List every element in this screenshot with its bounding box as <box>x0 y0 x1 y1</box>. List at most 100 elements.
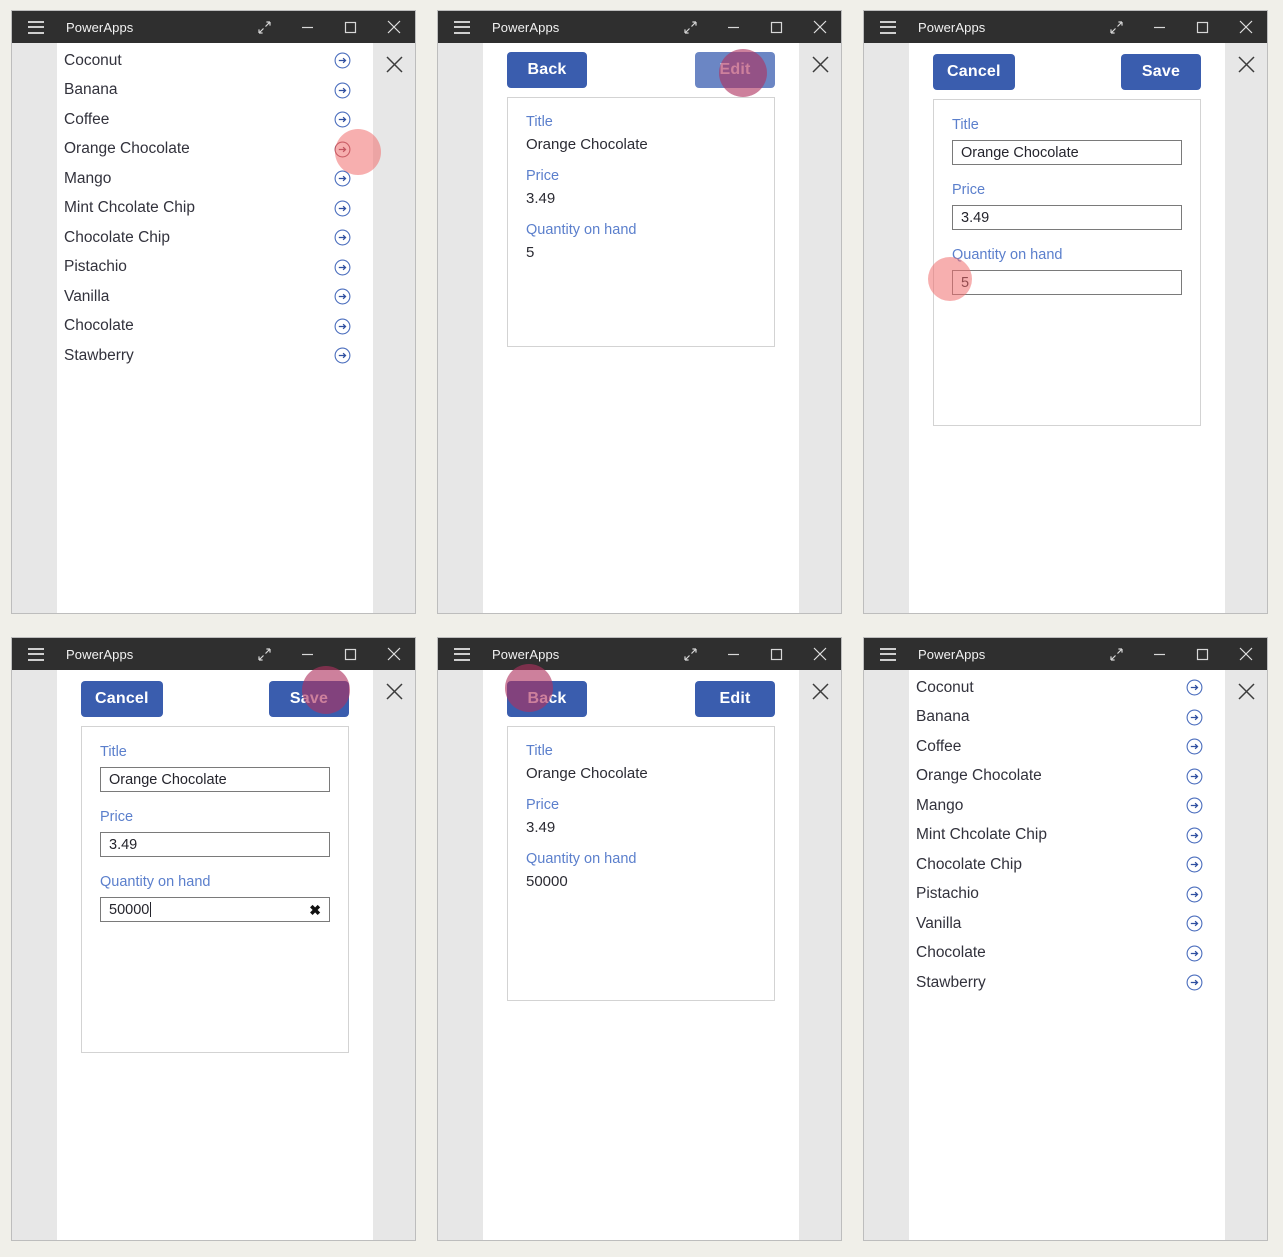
arrow-right-circle-icon[interactable] <box>1186 768 1203 785</box>
arrow-right-circle-icon[interactable] <box>1186 679 1203 696</box>
restore-expand-icon[interactable] <box>1095 11 1138 43</box>
list-item[interactable]: Mint Chcolate Chip <box>57 194 373 224</box>
arrow-right-circle-icon[interactable] <box>1186 886 1203 903</box>
arrow-right-circle-icon[interactable] <box>334 347 351 364</box>
list-item[interactable]: Banana <box>57 76 373 106</box>
window-step-3[interactable]: PowerApps Cancel Save Title Orange Choco… <box>863 10 1268 614</box>
cancel-button[interactable]: Cancel <box>933 54 1015 90</box>
minimize-icon[interactable] <box>712 638 755 670</box>
back-button[interactable]: Back <box>507 52 587 88</box>
list-item[interactable]: Chocolate Chip <box>57 223 373 253</box>
maximize-icon[interactable] <box>329 638 372 670</box>
quantity-on-hand-input[interactable]: 5 <box>952 270 1182 295</box>
arrow-right-circle-icon[interactable] <box>334 318 351 335</box>
window-step-5[interactable]: PowerApps Back Edit Title Orange Chocola… <box>437 637 842 1241</box>
title-bar[interactable]: PowerApps <box>12 11 415 43</box>
window-controls[interactable] <box>669 638 841 670</box>
arrow-right-circle-icon[interactable] <box>1186 797 1203 814</box>
title-input[interactable]: Orange Chocolate <box>952 140 1182 165</box>
list-item[interactable]: Mint Chcolate Chip <box>909 821 1225 851</box>
app-close-icon[interactable] <box>811 55 830 613</box>
window-controls[interactable] <box>1095 11 1267 43</box>
menu-icon[interactable] <box>28 20 44 34</box>
price-input[interactable]: 3.49 <box>100 832 330 857</box>
arrow-right-circle-icon[interactable] <box>334 52 351 69</box>
window-controls[interactable] <box>1095 638 1267 670</box>
list-item[interactable]: Mango <box>909 791 1225 821</box>
restore-expand-icon[interactable] <box>243 11 286 43</box>
menu-icon[interactable] <box>454 20 470 34</box>
browse-gallery[interactable]: Coconut Banana Coffee Orange Chocolate M… <box>57 43 373 371</box>
list-item[interactable]: Vanilla <box>57 282 373 312</box>
minimize-icon[interactable] <box>1138 638 1181 670</box>
list-item[interactable]: Banana <box>909 703 1225 733</box>
menu-icon[interactable] <box>880 20 896 34</box>
close-icon[interactable] <box>798 638 841 670</box>
list-item[interactable]: Coconut <box>909 673 1225 703</box>
save-button[interactable]: Save <box>1121 54 1201 90</box>
cancel-button[interactable]: Cancel <box>81 681 163 717</box>
arrow-right-circle-icon[interactable] <box>334 229 351 246</box>
close-icon[interactable] <box>1224 638 1267 670</box>
menu-icon[interactable] <box>454 647 470 661</box>
restore-expand-icon[interactable] <box>669 11 712 43</box>
minimize-icon[interactable] <box>286 11 329 43</box>
window-controls[interactable] <box>243 11 415 43</box>
arrow-right-circle-icon[interactable] <box>1186 827 1203 844</box>
app-close-icon[interactable] <box>1237 682 1256 1240</box>
app-close-icon[interactable] <box>811 682 830 1240</box>
menu-icon[interactable] <box>28 647 44 661</box>
menu-icon[interactable] <box>880 647 896 661</box>
close-icon[interactable] <box>372 638 415 670</box>
price-input[interactable]: 3.49 <box>952 205 1182 230</box>
arrow-right-circle-icon[interactable] <box>1186 915 1203 932</box>
list-item[interactable]: Coconut <box>57 46 373 76</box>
arrow-right-circle-icon[interactable] <box>1186 738 1203 755</box>
arrow-right-circle-icon[interactable] <box>334 200 351 217</box>
close-icon[interactable] <box>372 11 415 43</box>
minimize-icon[interactable] <box>286 638 329 670</box>
window-step-6[interactable]: PowerApps Coconut Banana Coffee Orange C… <box>863 637 1268 1241</box>
list-item[interactable]: Mango <box>57 164 373 194</box>
arrow-right-circle-icon[interactable] <box>334 259 351 276</box>
back-button[interactable]: Back <box>507 681 587 717</box>
list-item-orange-chocolate[interactable]: Orange Chocolate <box>909 762 1225 792</box>
app-close-icon[interactable] <box>385 682 404 1240</box>
arrow-right-circle-icon[interactable] <box>1186 709 1203 726</box>
window-controls[interactable] <box>669 11 841 43</box>
app-close-icon[interactable] <box>1237 55 1256 613</box>
arrow-right-circle-icon[interactable] <box>1186 856 1203 873</box>
save-button[interactable]: Save <box>269 681 349 717</box>
app-close-icon[interactable] <box>385 55 404 613</box>
list-item[interactable]: Chocolate Chip <box>909 850 1225 880</box>
list-item-orange-chocolate[interactable]: Orange Chocolate <box>57 135 373 165</box>
edit-button[interactable]: Edit <box>695 681 775 717</box>
arrow-right-circle-icon[interactable] <box>334 141 351 158</box>
list-item[interactable]: Chocolate <box>57 312 373 342</box>
maximize-icon[interactable] <box>1181 638 1224 670</box>
edit-button[interactable]: Edit <box>695 52 775 88</box>
arrow-right-circle-icon[interactable] <box>334 111 351 128</box>
title-bar[interactable]: PowerApps <box>864 11 1267 43</box>
title-bar[interactable]: PowerApps <box>438 11 841 43</box>
list-item[interactable]: Vanilla <box>909 909 1225 939</box>
window-step-1[interactable]: PowerApps Coconut Banana Coffee Orange C… <box>11 10 416 614</box>
restore-expand-icon[interactable] <box>1095 638 1138 670</box>
list-item[interactable]: Stawberry <box>57 341 373 371</box>
minimize-icon[interactable] <box>712 11 755 43</box>
list-item[interactable]: Coffee <box>909 732 1225 762</box>
restore-expand-icon[interactable] <box>669 638 712 670</box>
close-icon[interactable] <box>1224 11 1267 43</box>
window-controls[interactable] <box>243 638 415 670</box>
clear-x-icon[interactable]: ✖ <box>309 903 321 917</box>
list-item[interactable]: Chocolate <box>909 939 1225 969</box>
arrow-right-circle-icon[interactable] <box>1186 974 1203 991</box>
minimize-icon[interactable] <box>1138 11 1181 43</box>
browse-gallery[interactable]: Coconut Banana Coffee Orange Chocolate M… <box>909 670 1225 998</box>
arrow-right-circle-icon[interactable] <box>1186 945 1203 962</box>
title-bar[interactable]: PowerApps <box>12 638 415 670</box>
list-item[interactable]: Stawberry <box>909 968 1225 998</box>
maximize-icon[interactable] <box>329 11 372 43</box>
arrow-right-circle-icon[interactable] <box>334 170 351 187</box>
maximize-icon[interactable] <box>755 638 798 670</box>
